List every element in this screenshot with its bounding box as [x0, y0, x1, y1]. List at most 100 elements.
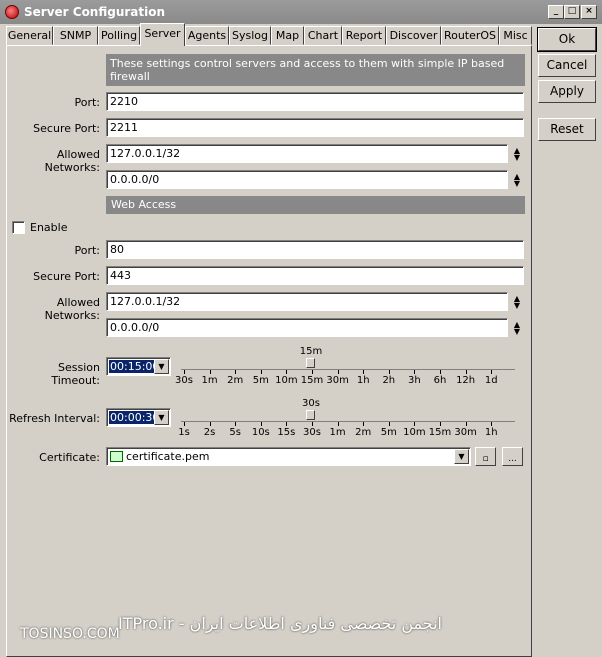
- tab-general[interactable]: General: [6, 26, 53, 45]
- tab-syslog[interactable]: Syslog: [229, 26, 271, 45]
- web-port-label: Port:: [74, 244, 100, 257]
- server-secure-port-field[interactable]: 2211: [106, 118, 524, 137]
- updown-arrows-icon[interactable]: ▲ ▼: [511, 173, 523, 188]
- server-allowed-network-1[interactable]: 127.0.0.1/32: [106, 144, 508, 163]
- updown-arrows-icon[interactable]: ▲ ▼: [511, 321, 523, 336]
- web-allowed-network-1[interactable]: 127.0.0.1/32: [106, 292, 508, 311]
- session-tick-label: 15m: [300, 375, 324, 386]
- certificate-file-icon: [110, 451, 123, 462]
- session-tick: [184, 370, 185, 374]
- chevron-down-icon[interactable]: ▼: [154, 359, 169, 374]
- refresh-tick-label: 5s: [229, 427, 241, 438]
- session-tick: [312, 370, 313, 374]
- chevron-down-icon[interactable]: ▼: [454, 449, 469, 464]
- refresh-interval-label: Refresh Interval:: [9, 412, 100, 425]
- server-port-field[interactable]: 2210: [106, 92, 524, 111]
- session-tick-label: 1m: [201, 375, 218, 386]
- session-tick-label: 5m: [252, 375, 269, 386]
- session-tick-label: 1d: [484, 375, 498, 386]
- maximize-button[interactable]: □: [564, 5, 580, 19]
- refresh-tick: [286, 422, 288, 426]
- refresh-marker-label: 30s: [302, 398, 320, 409]
- session-tick: [440, 370, 441, 374]
- refresh-interval-select[interactable]: 00:00:30 ▼: [106, 408, 171, 427]
- reset-button[interactable]: Reset: [538, 118, 596, 141]
- port-label: Port:: [74, 96, 100, 109]
- refresh-tick-label: 2m: [355, 427, 372, 438]
- web-allowed-network-2[interactable]: 0.0.0.0/0: [106, 318, 508, 337]
- tab-routeros[interactable]: RouterOS: [441, 26, 499, 45]
- session-tick: [491, 370, 493, 374]
- app-icon: [5, 5, 19, 19]
- refresh-tick-label: 30s: [303, 427, 321, 438]
- updown-arrows-icon[interactable]: ▲ ▼: [511, 147, 523, 162]
- session-tick-label: 12h: [456, 375, 476, 386]
- watermark-right: ITPro.ir - انجمن تخصصی فناوری اطلاعات ای…: [118, 614, 442, 633]
- certificate-small-button[interactable]: ▫: [475, 447, 496, 466]
- tab-snmp[interactable]: SNMP: [53, 26, 98, 45]
- refresh-tick-label: 5m: [380, 427, 397, 438]
- refresh-tick: [312, 422, 313, 426]
- session-tick-label: 10m: [275, 375, 298, 386]
- session-tick: [414, 370, 416, 374]
- session-timeout-value: 00:15:00: [109, 360, 161, 373]
- title-bar: Server Configuration _ □ ×: [0, 0, 602, 24]
- close-button[interactable]: ×: [581, 5, 597, 19]
- web-port-field[interactable]: 80: [106, 240, 524, 259]
- session-tick-label: 6h: [433, 375, 447, 386]
- web-enable-checkbox[interactable]: [12, 221, 25, 234]
- session-tick: [235, 370, 237, 374]
- web-secure-port-field[interactable]: 443: [106, 266, 524, 285]
- window-title: Server Configuration: [24, 5, 166, 19]
- secure-port-label: Secure Port:: [33, 122, 100, 135]
- refresh-tick: [440, 422, 441, 426]
- refresh-tick: [388, 422, 390, 426]
- session-marker-label: 15m: [299, 346, 323, 357]
- server-allowed-network-2[interactable]: 0.0.0.0/0: [106, 170, 508, 189]
- tab-polling[interactable]: Polling: [98, 26, 140, 45]
- session-tick: [337, 370, 339, 374]
- refresh-interval-value: 00:00:30: [109, 411, 161, 424]
- web-secure-port-label: Secure Port:: [33, 270, 100, 283]
- refresh-tick: [235, 422, 237, 426]
- refresh-tick-label: 30m: [454, 427, 477, 438]
- tab-agents[interactable]: Agents: [185, 26, 229, 45]
- refresh-tick-label: 1m: [329, 427, 346, 438]
- tab-map[interactable]: Map: [271, 26, 304, 45]
- updown-arrows-icon[interactable]: ▲ ▼: [511, 295, 523, 310]
- tab-report[interactable]: Report: [342, 26, 386, 45]
- certificate-label: Certificate:: [39, 451, 100, 464]
- certificate-browse-button[interactable]: ...: [502, 447, 523, 466]
- refresh-tick-label: 1s: [178, 427, 190, 438]
- apply-button[interactable]: Apply: [538, 80, 596, 103]
- certificate-value: certificate.pem: [126, 450, 210, 463]
- session-tick: [465, 370, 467, 374]
- session-tick-label: 2m: [227, 375, 244, 386]
- session-tick: [260, 370, 262, 374]
- session-tick-label: 30m: [326, 375, 349, 386]
- refresh-slider-thumb[interactable]: [306, 410, 315, 420]
- ok-button[interactable]: Ok: [537, 27, 597, 52]
- refresh-tick: [414, 422, 416, 426]
- tab-misc[interactable]: Misc: [499, 26, 532, 45]
- tab-server[interactable]: Server: [140, 23, 185, 46]
- refresh-tick-label: 10m: [403, 427, 426, 438]
- web-allowed-networks-label: Allowed Networks:: [44, 296, 100, 322]
- session-tick-label: 2h: [382, 375, 396, 386]
- refresh-tick: [491, 422, 493, 426]
- session-slider-thumb[interactable]: [306, 358, 315, 368]
- refresh-tick-label: 10s: [251, 427, 270, 438]
- session-tick: [209, 370, 211, 374]
- session-timeout-select[interactable]: 00:15:00 ▼: [106, 357, 171, 376]
- tab-discover[interactable]: Discover: [386, 26, 441, 45]
- session-tick-label: 1h: [356, 375, 370, 386]
- server-info-banner: These settings control servers and acces…: [106, 54, 525, 86]
- refresh-tick-label: 2s: [203, 427, 216, 438]
- session-tick: [388, 370, 390, 374]
- certificate-select[interactable]: certificate.pem ▼: [106, 447, 471, 466]
- watermark-left: TOSINSO.COM: [20, 626, 120, 642]
- cancel-button[interactable]: Cancel: [538, 54, 596, 77]
- chevron-down-icon[interactable]: ▼: [154, 410, 169, 425]
- tab-chart[interactable]: Chart: [304, 26, 342, 45]
- minimize-button[interactable]: _: [548, 5, 564, 19]
